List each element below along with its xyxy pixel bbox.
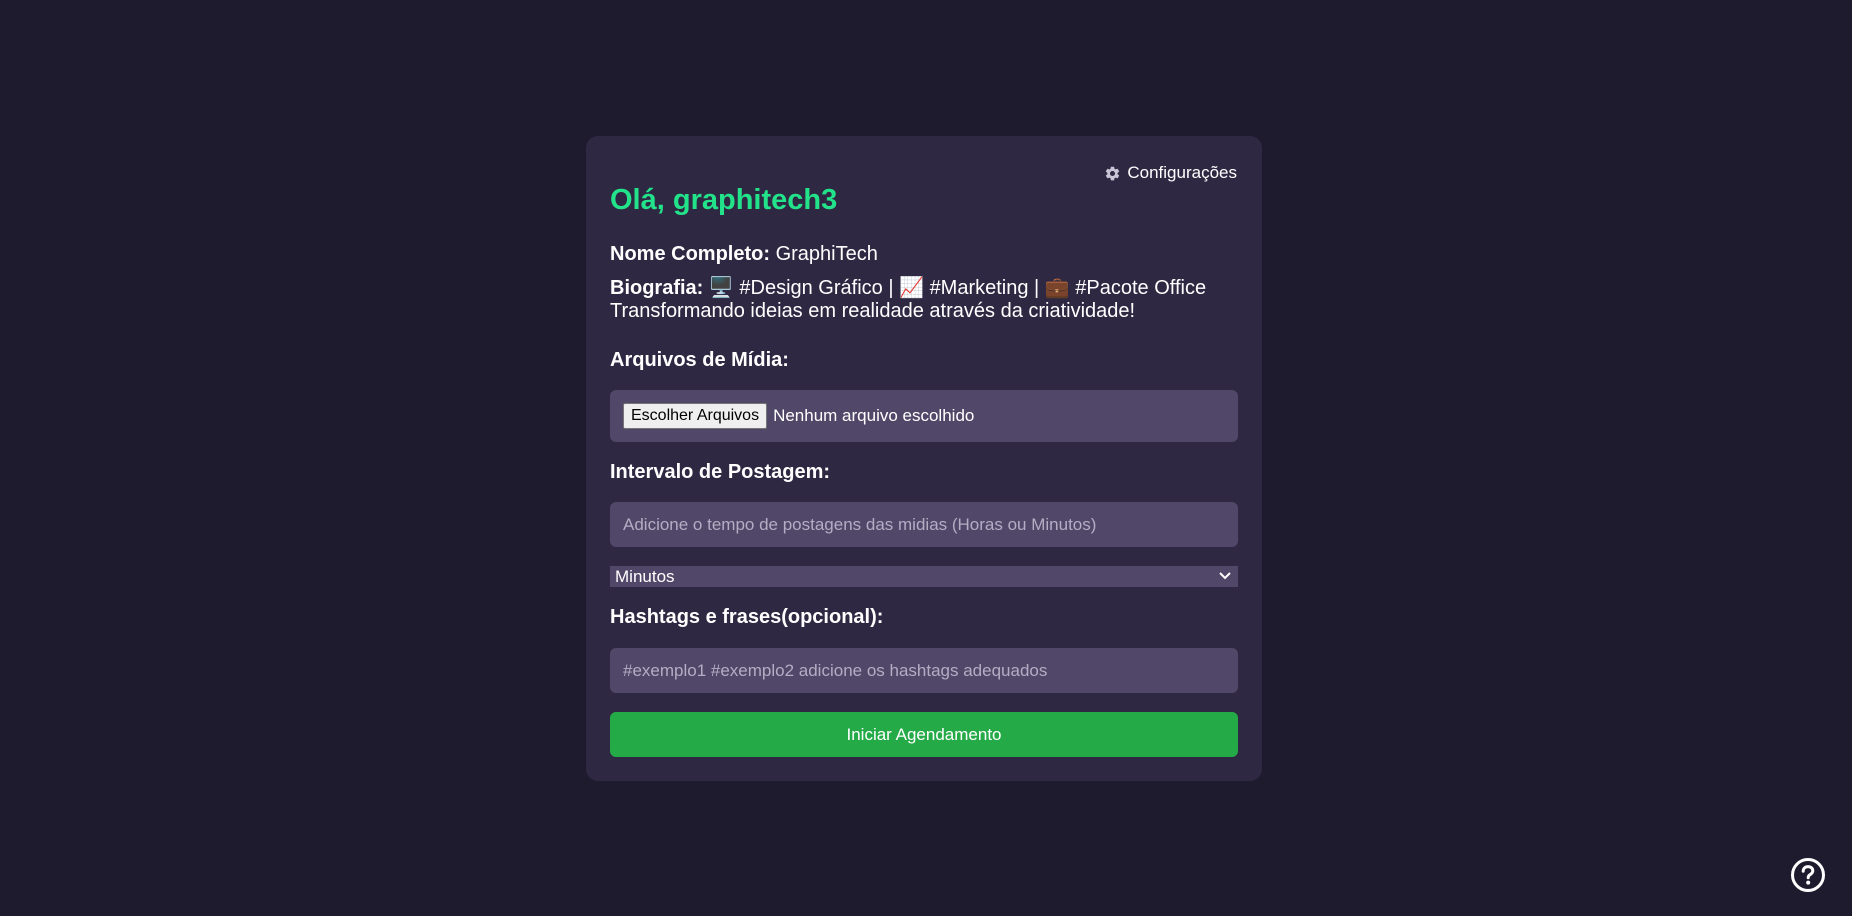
settings-label: Configurações	[1127, 163, 1237, 182]
media-files-label: Arquivos de Mídia:	[610, 349, 789, 371]
help-circle-icon	[1790, 858, 1826, 897]
bio-tag-design: #Design Gráfico |	[739, 277, 894, 299]
full-name-row: Nome Completo: GraphiTech	[610, 243, 1238, 266]
settings-link[interactable]: Configurações	[1104, 163, 1237, 183]
hashtags-input[interactable]	[610, 648, 1238, 693]
full-name-value: GraphiTech	[775, 243, 878, 265]
posting-interval-label: Intervalo de Postagem:	[610, 461, 831, 483]
help-button[interactable]	[1790, 857, 1826, 893]
gear-icon	[1104, 165, 1121, 182]
choose-files-button[interactable]: Escolher Arquivos	[623, 403, 768, 429]
hashtags-label: Hashtags e frases(opcional):	[610, 606, 884, 628]
biography-label: Biografia:	[610, 277, 704, 299]
schedule-card: Configurações Olá, graphitech3 Nome Comp…	[586, 136, 1262, 781]
interval-unit-value: Minutos	[615, 566, 675, 586]
full-name-label: Nome Completo:	[610, 243, 770, 265]
greeting-title: Olá, graphitech3	[610, 184, 838, 216]
bio-tag-office: #Pacote Office	[1075, 277, 1207, 299]
start-scheduling-button[interactable]: Iniciar Agendamento	[610, 712, 1238, 757]
chart-emoji-icon: 📈	[899, 277, 924, 299]
interval-unit-select[interactable]: Minutos	[610, 566, 1238, 587]
chevron-down-icon	[1218, 568, 1232, 586]
file-status-text: Nenhum arquivo escolhido	[773, 406, 975, 425]
posting-interval-input[interactable]	[610, 502, 1238, 547]
bio-tag-marketing: #Marketing |	[929, 277, 1040, 299]
briefcase-emoji-icon: 💼	[1044, 277, 1070, 299]
computer-emoji-icon: 🖥️	[708, 277, 734, 299]
biography-row: Biografia: 🖥️ #Design Gráfico | 📈 #Marke…	[610, 277, 1238, 323]
media-file-picker: Escolher Arquivos Nenhum arquivo escolhi…	[610, 390, 1238, 442]
bio-tagline: Transformando ideias em realidade atravé…	[610, 300, 1136, 322]
